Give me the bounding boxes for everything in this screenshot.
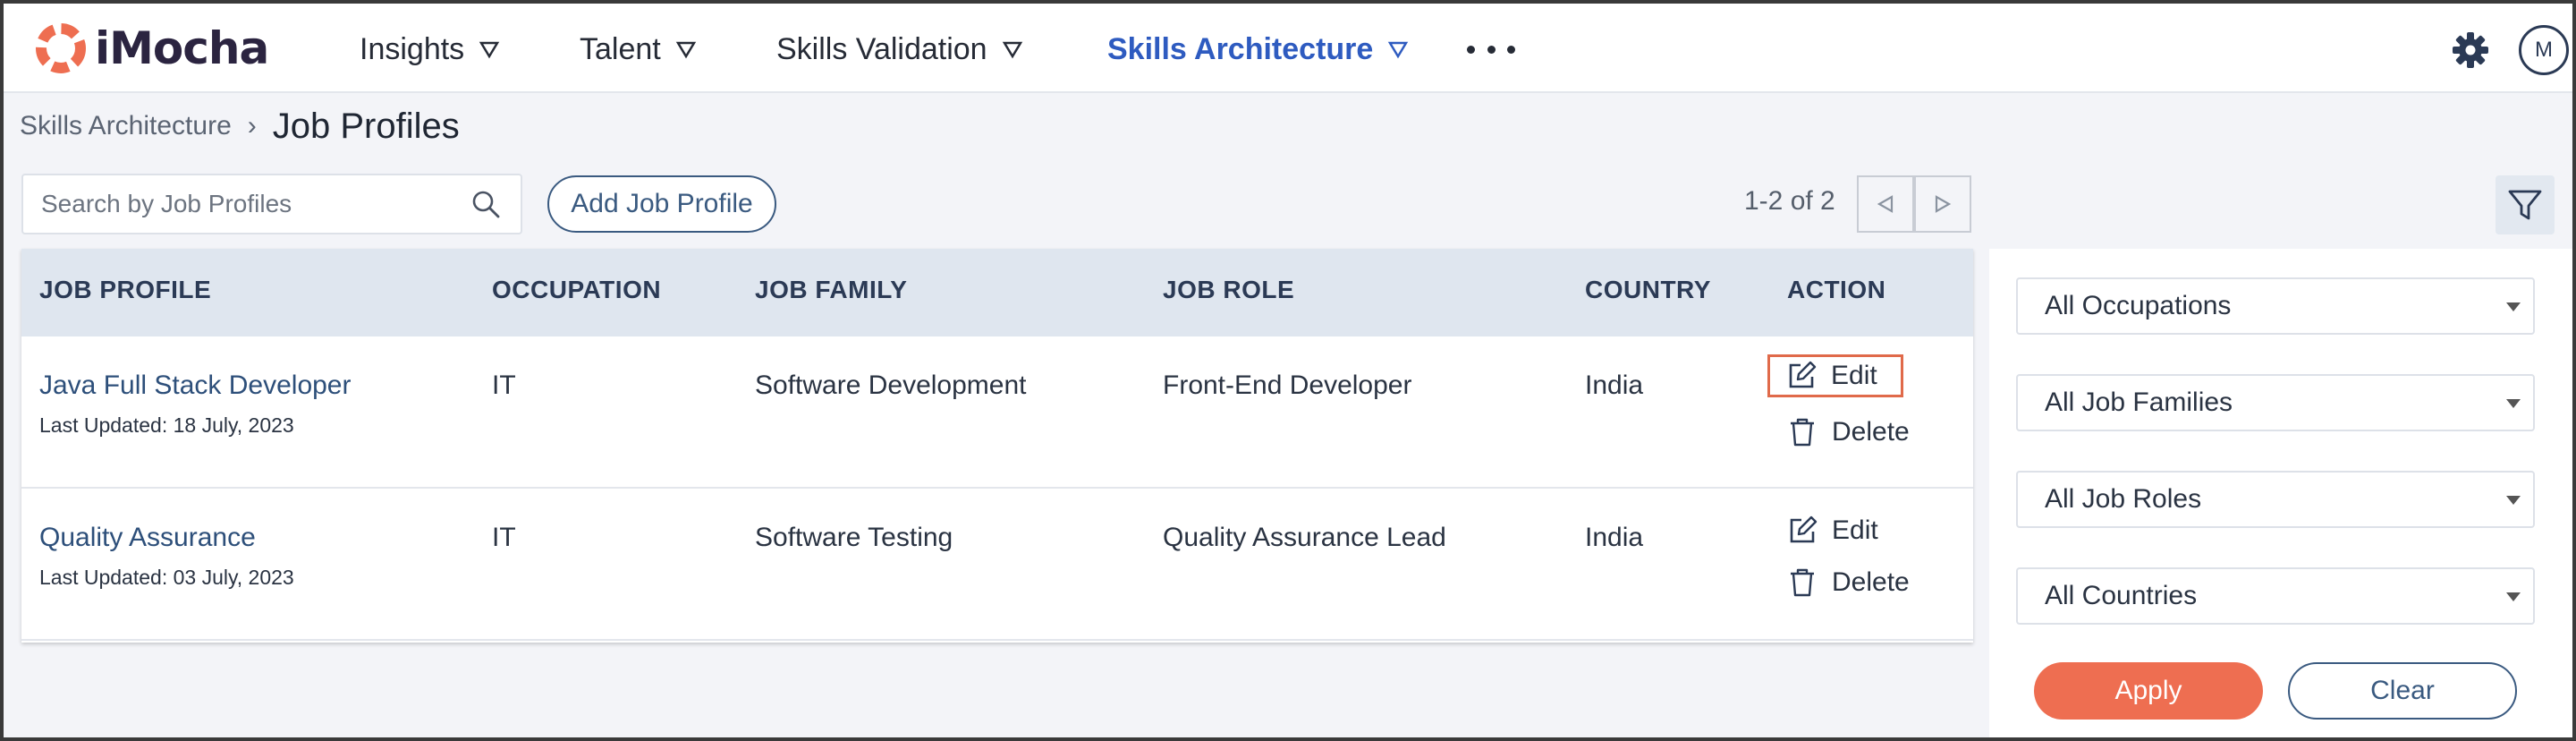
job-family-filter-value: All Job Families	[2045, 388, 2233, 417]
job-profiles-table: JOB PROFILE OCCUPATION JOB FAMILY JOB RO…	[21, 249, 1973, 643]
search-input[interactable]	[23, 175, 470, 233]
dot	[1507, 45, 1515, 54]
page-title: Job Profiles	[272, 106, 460, 146]
column-header-occupation[interactable]: OCCUPATION	[492, 276, 661, 304]
delete-label: Delete	[1832, 567, 1910, 597]
country-filter-value: All Countries	[2045, 581, 2198, 610]
last-updated-text: Last Updated: 18 July, 2023	[39, 413, 294, 437]
delete-button[interactable]: Delete	[1787, 417, 1910, 447]
filter-toggle-button[interactable]	[2496, 175, 2555, 234]
filter-icon	[2508, 190, 2542, 220]
clear-button[interactable]: Clear	[2288, 662, 2517, 720]
logo[interactable]: iMocha	[32, 20, 269, 77]
caret-down-icon	[479, 41, 500, 59]
dropdown-arrow-icon	[2506, 302, 2521, 311]
more-menu-icon[interactable]	[1467, 36, 1515, 63]
nav-insights[interactable]: Insights	[360, 27, 500, 72]
last-updated-text: Last Updated: 03 July, 2023	[39, 566, 294, 589]
breadcrumb-parent-link[interactable]: Skills Architecture	[20, 111, 232, 141]
column-header-country[interactable]: COUNTRY	[1585, 276, 1711, 304]
edit-button[interactable]: Edit	[1787, 515, 1878, 546]
next-page-button[interactable]	[1914, 175, 1971, 233]
logo-text: iMocha	[95, 22, 269, 74]
edit-label: Edit	[1832, 515, 1878, 545]
job-role-filter-value: All Job Roles	[2045, 484, 2202, 514]
edit-icon	[1789, 361, 1817, 388]
column-header-job-profile[interactable]: JOB PROFILE	[39, 276, 211, 304]
dot	[1467, 45, 1475, 54]
table-header: JOB PROFILE OCCUPATION JOB FAMILY JOB RO…	[21, 249, 1973, 336]
edit-button[interactable]: Edit	[1767, 354, 1903, 397]
search-box	[21, 174, 522, 234]
triangle-right-icon	[1935, 195, 1952, 213]
job-role-cell: Quality Assurance Lead	[1163, 523, 1446, 552]
nav-talent-label: Talent	[580, 31, 661, 66]
occupation-cell: IT	[492, 370, 516, 400]
delete-button[interactable]: Delete	[1787, 567, 1910, 598]
nav-talent[interactable]: Talent	[580, 27, 697, 72]
nav-skills-architecture[interactable]: Skills Architecture	[1107, 27, 1409, 72]
apply-button[interactable]: Apply	[2034, 662, 2263, 720]
caret-down-icon	[1388, 41, 1409, 59]
avatar[interactable]: M	[2519, 25, 2569, 75]
job-role-cell: Front-End Developer	[1163, 370, 1412, 400]
nav-insights-label: Insights	[360, 31, 465, 66]
job-profile-link[interactable]: Java Full Stack Developer	[39, 370, 352, 401]
caret-down-icon	[1002, 41, 1022, 59]
job-family-cell: Software Development	[755, 370, 1027, 400]
job-role-filter-select[interactable]: All Job Roles	[2016, 471, 2535, 528]
top-navigation: iMocha Insights Talent Skills Validation…	[4, 4, 2572, 93]
occupation-filter-select[interactable]: All Occupations	[2016, 277, 2535, 335]
trash-icon	[1791, 568, 1814, 597]
edit-label: Edit	[1831, 361, 1877, 390]
trash-icon	[1791, 418, 1814, 447]
country-cell: India	[1585, 523, 1644, 552]
imocha-logo-icon	[36, 23, 86, 73]
breadcrumb: Skills Architecture › Job Profiles	[20, 104, 460, 149]
nav-skills-validation[interactable]: Skills Validation	[776, 27, 1023, 72]
filter-panel: All Occupations All Job Families All Job…	[1989, 249, 2572, 737]
occupation-cell: IT	[492, 523, 516, 552]
triangle-left-icon	[1877, 195, 1894, 213]
previous-page-button[interactable]	[1857, 175, 1914, 233]
job-profile-link[interactable]: Quality Assurance	[39, 523, 256, 553]
dropdown-arrow-icon	[2506, 399, 2521, 408]
occupation-filter-value: All Occupations	[2045, 291, 2232, 320]
dot	[1487, 45, 1496, 54]
column-header-action: ACTION	[1787, 276, 1886, 303]
table-row: Quality Assurance Last Updated: 03 July,…	[21, 489, 1973, 641]
column-header-job-role[interactable]: JOB ROLE	[1163, 276, 1294, 304]
nav-skills-architecture-label: Skills Architecture	[1107, 31, 1374, 66]
job-family-cell: Software Testing	[755, 523, 953, 552]
gear-icon[interactable]	[2451, 30, 2490, 70]
caret-down-icon	[675, 41, 696, 59]
pagination-count: 1-2 of 2	[1744, 186, 1835, 216]
delete-label: Delete	[1832, 417, 1910, 447]
dropdown-arrow-icon	[2506, 496, 2521, 505]
edit-icon	[1790, 515, 1818, 543]
job-family-filter-select[interactable]: All Job Families	[2016, 374, 2535, 431]
add-job-profile-button[interactable]: Add Job Profile	[547, 175, 776, 233]
app-window: iMocha Insights Talent Skills Validation…	[0, 0, 2576, 741]
search-icon[interactable]	[470, 189, 501, 219]
nav-skills-validation-label: Skills Validation	[776, 31, 987, 66]
dropdown-arrow-icon	[2506, 592, 2521, 601]
breadcrumb-separator: ›	[247, 111, 257, 141]
column-header-job-family[interactable]: JOB FAMILY	[755, 276, 907, 304]
table-row: Java Full Stack Developer Last Updated: …	[21, 336, 1973, 489]
country-cell: India	[1585, 370, 1644, 400]
country-filter-select[interactable]: All Countries	[2016, 567, 2535, 625]
